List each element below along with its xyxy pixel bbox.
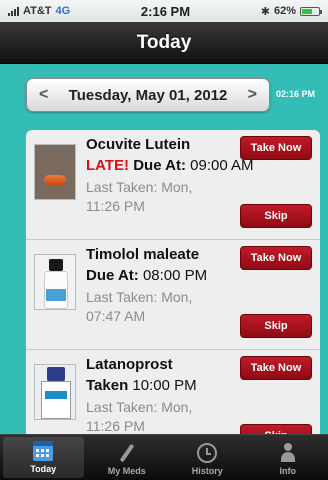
tab-label: Info: [279, 466, 297, 476]
today-content: < Tuesday, May 01, 2012 > 02:16 PM Ocuvi…: [0, 64, 328, 434]
eye-drop-box-image: [34, 364, 76, 420]
medication-name: Ocuvite Lutein: [86, 136, 191, 153]
due-line: Due At: 08:00 PM: [86, 267, 207, 284]
tab-info[interactable]: Info: [248, 435, 328, 480]
skip-button[interactable]: Skip: [240, 204, 312, 228]
last-taken: Last Taken: Mon, 07:47 AM: [86, 288, 236, 326]
chevron-right-icon[interactable]: >: [248, 86, 257, 104]
last-taken: Last Taken: Mon, 11:26 PM: [86, 178, 236, 216]
status-right: ✱ 62%: [260, 5, 322, 18]
tab-history[interactable]: History: [167, 435, 248, 480]
medication-card: Timolol maleate Due At: 08:00 PM Last Ta…: [26, 240, 320, 350]
status-bar: AT&T 4G 2:16 PM ✱ 62%: [0, 0, 328, 22]
late-badge: LATE!: [86, 157, 130, 174]
due-label: Due At:: [133, 157, 186, 174]
signal-icon: [8, 6, 19, 16]
bottle-image: [34, 254, 76, 310]
bluetooth-icon: ✱: [260, 5, 270, 18]
tab-label: History: [191, 466, 223, 476]
last-taken-day: Last Taken: Mon,: [86, 179, 193, 195]
chevron-left-icon[interactable]: <: [39, 86, 48, 104]
last-taken-day: Last Taken: Mon,: [86, 289, 193, 305]
taken-label: Taken: [86, 377, 129, 394]
dropper-icon: [117, 443, 137, 463]
box-cap: [47, 367, 65, 381]
carrier-label: AT&T: [23, 5, 52, 17]
box-label: [45, 391, 67, 399]
status-left: AT&T 4G: [8, 5, 70, 17]
last-taken-time: 07:47 AM: [86, 308, 146, 324]
skip-button[interactable]: Skip: [240, 314, 312, 338]
tab-my-meds[interactable]: My Meds: [87, 435, 168, 480]
taken-time: 10:00 PM: [132, 377, 197, 394]
medication-name: Timolol maleate: [86, 246, 200, 263]
last-taken-time: 11:26 PM: [86, 418, 145, 434]
medication-card: Ocuvite Lutein LATE! Due At: 09:00 AM La…: [26, 130, 320, 240]
person-icon: [278, 443, 298, 463]
current-time-label: 02:16 PM: [276, 89, 316, 99]
page-title: Today: [136, 31, 192, 53]
tab-label: Today: [30, 464, 57, 474]
due-line: LATE! Due At: 09:00 AM: [86, 157, 254, 174]
pill-image: [34, 144, 76, 200]
battery-percent: 62%: [273, 5, 296, 17]
pill-shape: [44, 175, 66, 185]
tab-label: My Meds: [107, 466, 146, 476]
tab-today[interactable]: Today: [3, 437, 84, 478]
due-label: Due At:: [86, 267, 139, 284]
medication-list: Ocuvite Lutein LATE! Due At: 09:00 AM La…: [26, 130, 320, 434]
network-type: 4G: [55, 5, 71, 17]
tab-bar: Today My Meds History Info: [0, 434, 328, 480]
last-taken: Last Taken: Mon, 11:26 PM: [86, 398, 236, 434]
bottle-cap: [49, 259, 63, 271]
selected-date: Tuesday, May 01, 2012: [68, 86, 228, 104]
medication-name: Latanoprost: [86, 356, 173, 373]
bottle-label: [46, 289, 66, 301]
calendar-icon: [33, 441, 54, 461]
due-time: 08:00 PM: [142, 267, 208, 284]
medication-card: Latanoprost Taken 10:00 PM Last Taken: M…: [26, 350, 320, 434]
skip-button[interactable]: Skip: [240, 424, 312, 434]
last-taken-day: Last Taken: Mon,: [86, 399, 193, 415]
date-picker-button[interactable]: < Tuesday, May 01, 2012 >: [26, 78, 270, 112]
battery-fill: [302, 8, 312, 14]
clock-icon: [197, 443, 218, 463]
take-now-button[interactable]: Take Now: [240, 246, 312, 270]
navigation-bar: Today: [0, 22, 328, 64]
last-taken-time: 11:26 PM: [86, 198, 145, 214]
battery-icon: [300, 6, 322, 16]
box-body: [41, 381, 71, 419]
take-now-button[interactable]: Take Now: [240, 356, 312, 380]
due-line: Taken 10:00 PM: [86, 377, 197, 394]
date-row: < Tuesday, May 01, 2012 > 02:16 PM: [0, 78, 328, 114]
status-time: 2:16 PM: [140, 3, 191, 19]
take-now-button[interactable]: Take Now: [240, 136, 312, 160]
